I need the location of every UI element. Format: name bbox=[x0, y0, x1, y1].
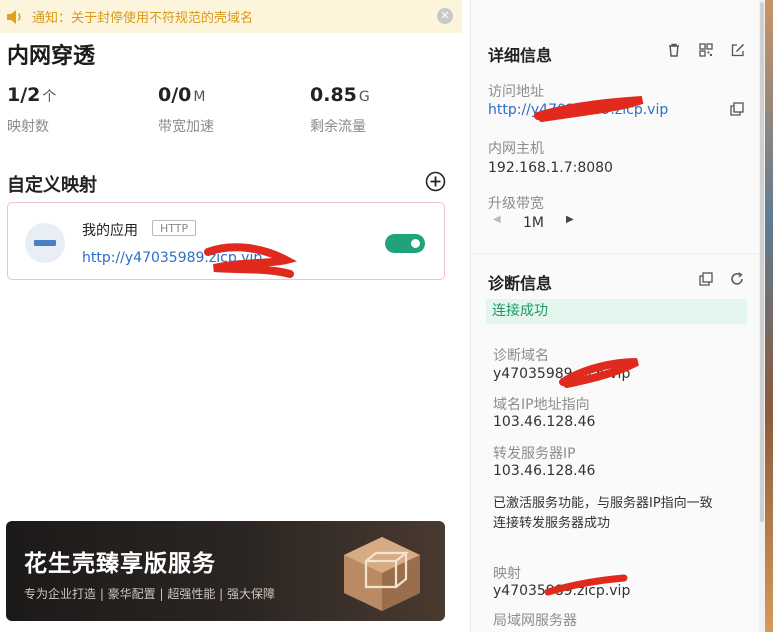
protocol-badge: HTTP bbox=[152, 220, 197, 236]
bandwidth-decrease-icon[interactable]: ◀ bbox=[493, 214, 501, 225]
mapping-value: y47035989.zicp.vip bbox=[493, 583, 631, 599]
section-divider bbox=[471, 253, 761, 254]
intranet-host-value: 192.168.1.7:8080 bbox=[488, 160, 613, 176]
bandwidth-value: 1M bbox=[523, 215, 544, 231]
close-icon[interactable]: ✕ bbox=[437, 8, 453, 24]
copy-diagnosis-icon[interactable] bbox=[699, 272, 713, 286]
diag-message-1: 已激活服务功能，与服务器IP指向一致 bbox=[493, 496, 713, 511]
stat-mappings-unit: 个 bbox=[42, 89, 57, 105]
page-title: 内网穿透 bbox=[7, 44, 96, 69]
stat-bandwidth-value: 0/0 bbox=[158, 84, 192, 106]
forward-server-value: 103.46.128.46 bbox=[493, 463, 596, 479]
bandwidth-increase-icon[interactable]: ▶ bbox=[566, 214, 574, 225]
mapping-url-link[interactable]: http://y47035989.zicp.vip bbox=[82, 250, 262, 266]
promo-banner[interactable]: 花生壳臻享版服务 专为企业打造 | 豪华配置 | 超强性能 | 强大保障 bbox=[6, 521, 445, 621]
upgrade-bandwidth-label: 升级带宽 bbox=[488, 196, 544, 212]
stat-mappings-label: 映射数 bbox=[7, 119, 49, 135]
stat-traffic-value: 0.85 bbox=[310, 84, 357, 106]
banner-title: 花生壳臻享版服务 bbox=[24, 551, 216, 577]
mapping-label: 映射 bbox=[493, 566, 521, 582]
speaker-icon bbox=[7, 9, 21, 24]
stat-bandwidth: 0/0 M 带宽加速 bbox=[158, 84, 214, 136]
diag-domain-value: y47035989.zicp.vip bbox=[493, 366, 631, 382]
connection-status-banner: 连接成功 bbox=[486, 299, 747, 324]
custom-mapping-title: 自定义映射 bbox=[7, 175, 97, 196]
mapping-enabled-toggle[interactable] bbox=[385, 234, 425, 253]
domain-ip-label: 域名IP地址指向 bbox=[493, 397, 590, 413]
diag-domain-label: 诊断域名 bbox=[493, 348, 549, 364]
right-pane: 详细信息 访问地址 http://y47035989.zicp.vip 内网主机… bbox=[470, 0, 761, 632]
delete-icon[interactable] bbox=[667, 43, 681, 57]
intranet-host-label: 内网主机 bbox=[488, 141, 544, 157]
stat-bandwidth-unit: M bbox=[193, 89, 206, 105]
gift-box-image bbox=[344, 537, 420, 611]
domain-ip-value: 103.46.128.46 bbox=[493, 414, 596, 430]
desktop-background-strip bbox=[765, 0, 773, 632]
notice-bar[interactable]: 通知：关于封停使用不符规范的壳域名 ✕ bbox=[0, 0, 462, 33]
copy-icon[interactable] bbox=[730, 102, 744, 116]
stat-traffic: 0.85 G 剩余流量 bbox=[310, 84, 370, 136]
banner-subtitle: 专为企业打造 | 豪华配置 | 超强性能 | 强大保障 bbox=[24, 587, 276, 601]
edit-icon[interactable] bbox=[731, 43, 745, 57]
left-pane: 通知：关于封停使用不符规范的壳域名 ✕ 内网穿透 1/2 个 映射数 0/0 M 带… bbox=[0, 0, 462, 632]
mapping-name: 我的应用 bbox=[82, 223, 138, 239]
stat-traffic-label: 剩余流量 bbox=[310, 119, 366, 135]
stat-traffic-unit: G bbox=[358, 89, 370, 105]
stat-bandwidth-label: 带宽加速 bbox=[158, 119, 214, 135]
diag-message-2: 连接转发服务器成功 bbox=[493, 516, 611, 531]
mapping-card[interactable]: 我的应用 HTTP http://y47035989.zicp.vip bbox=[7, 202, 445, 280]
notice-text[interactable]: 通知：关于封停使用不符规范的壳域名 bbox=[32, 7, 253, 26]
app-icon bbox=[25, 223, 65, 263]
stat-mappings-value: 1/2 bbox=[7, 84, 41, 106]
details-title: 详细信息 bbox=[488, 46, 553, 65]
lan-server-label: 局域网服务器 bbox=[493, 613, 577, 629]
qrcode-icon[interactable] bbox=[699, 43, 713, 57]
access-address-link[interactable]: http://y47035989.zicp.vip bbox=[488, 102, 668, 118]
refresh-icon[interactable] bbox=[730, 272, 744, 286]
access-address-label: 访问地址 bbox=[488, 84, 544, 100]
forward-server-label: 转发服务器IP bbox=[493, 446, 576, 462]
diagnosis-title: 诊断信息 bbox=[488, 274, 553, 293]
add-mapping-icon[interactable] bbox=[425, 171, 446, 192]
stat-mappings: 1/2 个 映射数 bbox=[7, 84, 56, 136]
